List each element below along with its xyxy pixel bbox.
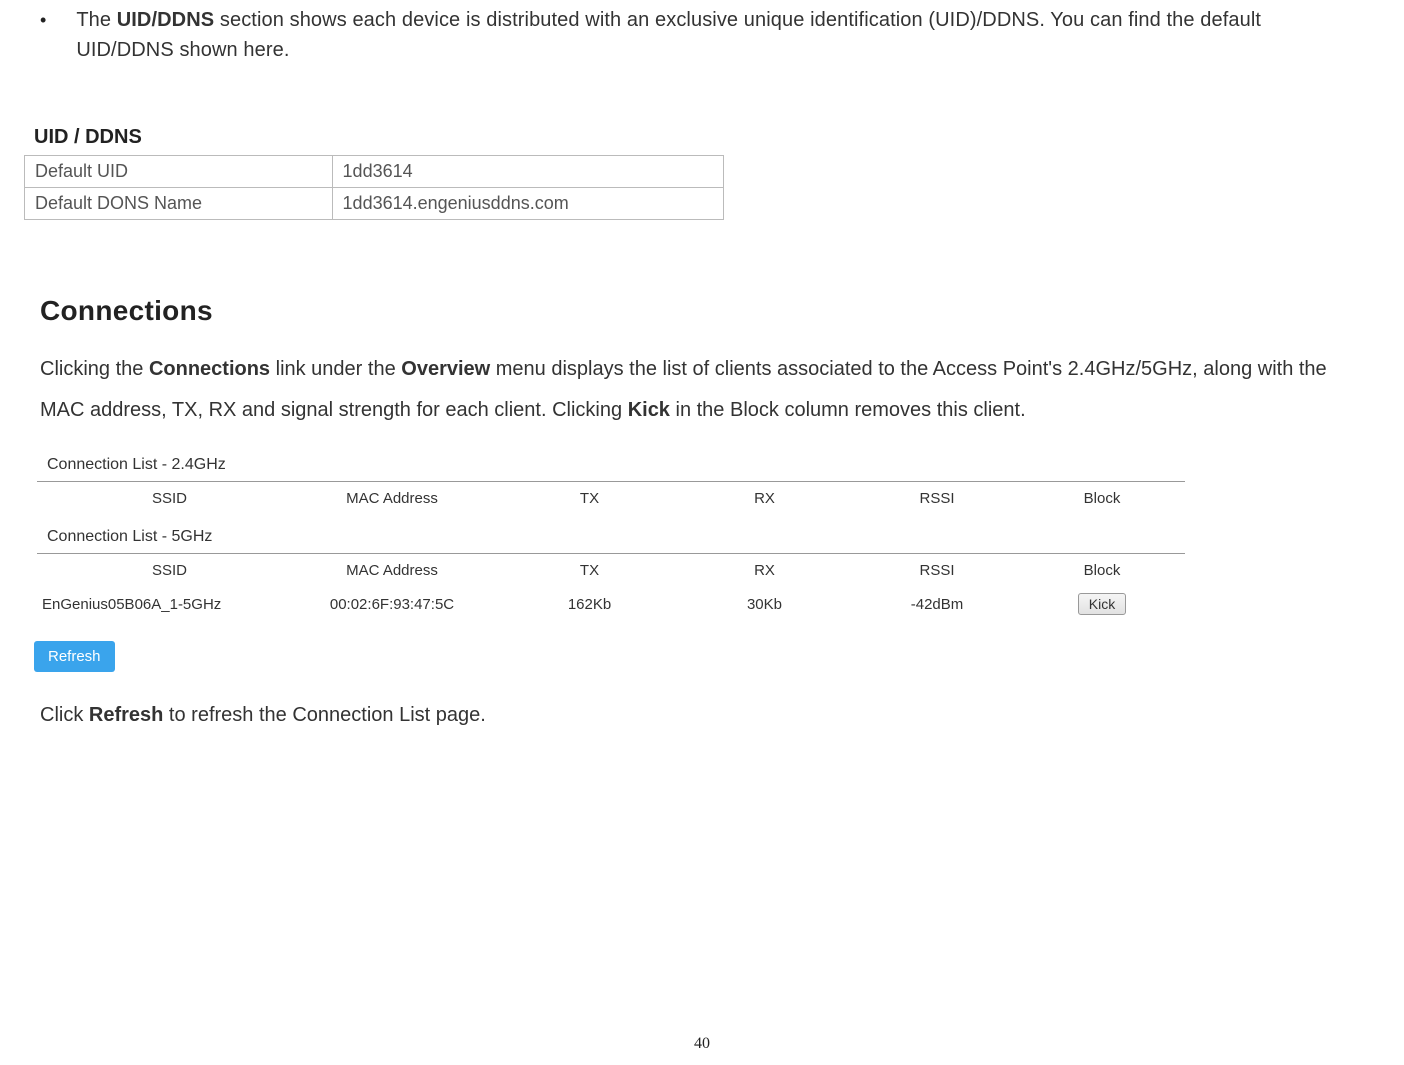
uid-label: Default UID [25, 156, 333, 188]
row-rx: 30Kb [677, 596, 852, 613]
body-t1: Clicking the [40, 358, 149, 380]
table-row: Default UID 1dd3614 [25, 156, 724, 188]
conn-list-24-title: Connection List - 2.4GHz [37, 445, 1185, 481]
col-block: Block [1022, 490, 1182, 507]
bullet-dot: • [40, 5, 46, 65]
col-mac: MAC Address [282, 490, 502, 507]
col-ssid: SSID [37, 562, 282, 579]
col-rx: RX [677, 490, 852, 507]
conn-5-headers: SSID MAC Address TX RX RSSI Block [37, 554, 1185, 589]
body-t4: in the Block column removes this client. [670, 399, 1026, 421]
uid-ddns-table: Default UID 1dd3614 Default DONS Name 1d… [24, 155, 724, 220]
row-tx: 162Kb [502, 596, 677, 613]
row-ssid: EnGenius05B06A_1-5GHz [37, 596, 282, 613]
uid-value: 1dd3614 [332, 156, 723, 188]
conn-24-headers: SSID MAC Address TX RX RSSI Block [37, 482, 1185, 517]
conn-5-row: EnGenius05B06A_1-5GHz 00:02:6F:93:47:5C … [37, 589, 1185, 623]
col-tx: TX [502, 490, 677, 507]
refresh-button[interactable]: Refresh [34, 641, 115, 672]
conn-list-5-title: Connection List - 5GHz [37, 517, 1185, 553]
uid-ddns-title: UID / DDNS [24, 120, 724, 155]
connection-list-figure: Connection List - 2.4GHz SSID MAC Addres… [37, 445, 1185, 672]
body-b3: Kick [628, 399, 670, 421]
footer-b1: Refresh [89, 704, 163, 726]
col-rssi: RSSI [852, 490, 1022, 507]
row-mac: 00:02:6F:93:47:5C [282, 596, 502, 613]
row-block: Kick [1022, 593, 1182, 615]
col-ssid: SSID [37, 490, 282, 507]
connections-body: Clicking the Connections link under the … [40, 349, 1364, 431]
bullet-text: The UID/DDNS section shows each device i… [76, 5, 1364, 65]
col-mac: MAC Address [282, 562, 502, 579]
body-b1: Connections [149, 358, 270, 380]
kick-button[interactable]: Kick [1078, 593, 1126, 615]
col-tx: TX [502, 562, 677, 579]
col-rx: RX [677, 562, 852, 579]
refresh-instruction: Click Refresh to refresh the Connection … [40, 704, 1364, 727]
bullet-text-after: section shows each device is distributed… [76, 9, 1261, 61]
body-t2: link under the [270, 358, 401, 380]
body-b2: Overview [401, 358, 490, 380]
uid-ddns-figure: UID / DDNS Default UID 1dd3614 Default D… [24, 120, 724, 220]
bullet-text-before: The [76, 9, 116, 31]
col-rssi: RSSI [852, 562, 1022, 579]
table-row: Default DONS Name 1dd3614.engeniusddns.c… [25, 188, 724, 220]
connections-heading: Connections [40, 295, 1364, 327]
ddns-label: Default DONS Name [25, 188, 333, 220]
footer-t2: to refresh the Connection List page. [163, 704, 485, 726]
col-block: Block [1022, 562, 1182, 579]
bullet-item: • The UID/DDNS section shows each device… [40, 0, 1364, 65]
bullet-bold: UID/DDNS [117, 9, 214, 31]
page-number: 40 [694, 1035, 710, 1053]
ddns-value: 1dd3614.engeniusddns.com [332, 188, 723, 220]
row-rssi: -42dBm [852, 596, 1022, 613]
footer-t1: Click [40, 704, 89, 726]
